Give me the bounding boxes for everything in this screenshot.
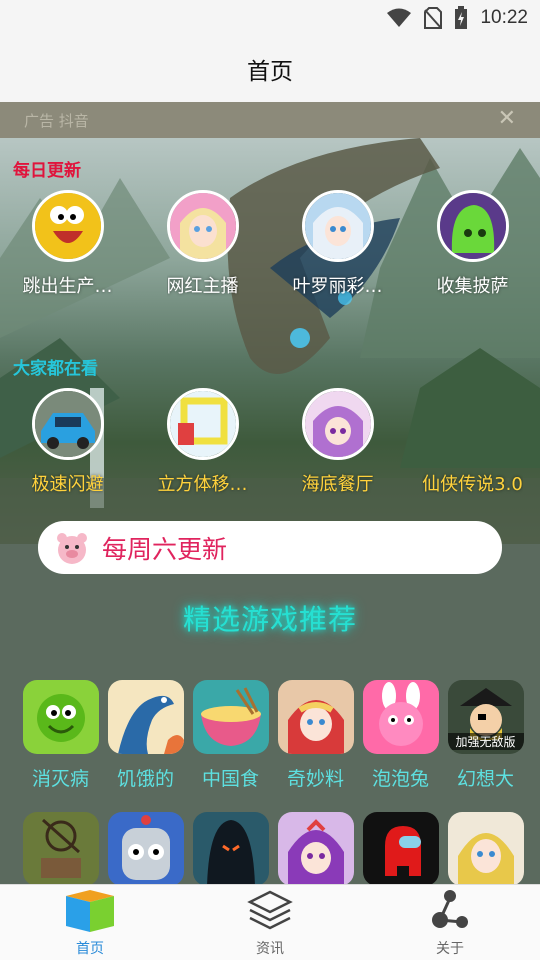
daily-games-row: 跳出生产… 网红主播 叶罗丽彩… 收集披萨 [0, 190, 540, 298]
clock: 10:22 [480, 7, 528, 28]
pirate-icon: 加强无敌版 [447, 680, 524, 754]
hooded-figure-icon [192, 812, 269, 886]
anime-girl-icon [166, 190, 239, 262]
battery-charging-icon [455, 6, 468, 29]
game-name: 叶罗丽彩… [292, 276, 383, 297]
popular-game-4[interactable]: 仙侠传说3.0 [405, 388, 540, 496]
popular-game-3[interactable]: 海底餐厅 [270, 388, 405, 496]
status-bar: 10:22 [0, 0, 540, 36]
daily-update-label: 每日更新 [13, 161, 81, 181]
featured-game[interactable] [443, 812, 528, 886]
badge: 加强无敌版 [447, 733, 524, 750]
game-name: 海底餐厅 [301, 474, 374, 495]
game-name: 泡泡兔 [371, 768, 429, 790]
witch-girl-icon [277, 812, 354, 886]
game-name: 极速闪避 [31, 474, 104, 495]
robot-icon [107, 812, 184, 886]
game-name: 饥饿的 [116, 768, 174, 790]
no-sim-icon [424, 7, 443, 29]
cube-icon [166, 388, 239, 460]
crossbow-icon [22, 812, 99, 886]
home-cube-icon [66, 889, 114, 932]
empty-thumbnail [437, 388, 509, 460]
featured-game[interactable]: 中国食 [188, 680, 273, 791]
featured-game[interactable] [188, 812, 273, 886]
game-name: 仙侠传说3.0 [422, 474, 523, 495]
featured-game[interactable] [358, 812, 443, 886]
featured-row-1: 消灭病 饥饿的 中国食 奇妙料 泡泡兔 加强无敌版 幻想大 [18, 680, 528, 791]
layers-icon [247, 890, 293, 929]
blonde-doll-icon [447, 812, 524, 886]
popular-games-row: 极速闪避 立方体移… 海底餐厅 仙侠传说3.0 [0, 388, 540, 496]
daily-game-1[interactable]: 跳出生产… [0, 190, 135, 298]
featured-game[interactable]: 饥饿的 [103, 680, 188, 791]
virus-icon [22, 680, 99, 754]
race-car-icon [31, 388, 104, 460]
popular-game-2[interactable]: 立方体移… [135, 388, 270, 496]
tab-label: 关于 [436, 940, 464, 957]
weekly-update-banner[interactable]: 每周六更新 [38, 521, 502, 574]
share-nodes-icon [432, 889, 468, 928]
app-bar: 首页 [0, 36, 540, 102]
game-name: 收集披萨 [436, 276, 509, 297]
game-name: 中国食 [201, 768, 259, 790]
featured-game[interactable] [103, 812, 188, 886]
featured-game[interactable] [273, 812, 358, 886]
ad-strip-text: 广告 抖音 [24, 111, 89, 130]
popular-label: 大家都在看 [13, 359, 98, 379]
popular-game-1[interactable]: 极速闪避 [0, 388, 135, 496]
cartoon-face-icon [31, 190, 104, 262]
featured-row-2 [18, 812, 528, 886]
wifi-icon [387, 8, 412, 27]
game-name: 网红主播 [166, 276, 239, 297]
red-crewmate-icon [362, 812, 439, 886]
page-title: 首页 [247, 59, 293, 85]
featured-game[interactable]: 泡泡兔 [358, 680, 443, 791]
weekly-update-text: 每周六更新 [102, 534, 228, 564]
game-name: 消灭病 [31, 768, 89, 790]
noodle-bowl-icon [192, 680, 269, 754]
featured-game[interactable]: 消灭病 [18, 680, 103, 791]
purple-hair-girl-icon [301, 388, 374, 460]
doll-icon [301, 190, 374, 262]
pink-rabbit-icon [362, 680, 439, 754]
featured-game[interactable]: 加强无敌版 幻想大 [443, 680, 528, 791]
tab-about[interactable]: 关于 [360, 885, 540, 960]
bottom-nav: 首页 资讯 关于 [0, 884, 540, 960]
game-name: 立方体移… [157, 474, 248, 495]
pig-icon [57, 532, 87, 564]
tab-label: 首页 [76, 940, 104, 957]
tab-label: 资讯 [256, 940, 284, 957]
daily-game-4[interactable]: 收集披萨 [405, 190, 540, 298]
daily-game-3[interactable]: 叶罗丽彩… [270, 190, 405, 298]
featured-game[interactable] [18, 812, 103, 886]
featured-game[interactable]: 奇妙料 [273, 680, 358, 791]
tab-news[interactable]: 资讯 [180, 885, 360, 960]
game-banner: 每日更新 跳出生产… 网红主播 叶罗丽彩… 收集披萨 大家都在看 极速闪避 立方… [0, 138, 540, 544]
snake-icon [107, 680, 184, 754]
green-blob-icon [436, 190, 509, 262]
game-name: 跳出生产… [22, 276, 113, 297]
game-name: 幻想大 [456, 768, 514, 790]
tab-home[interactable]: 首页 [0, 885, 180, 960]
ad-strip[interactable]: 广告 抖音 ✕ [0, 102, 540, 138]
featured-title: 精选游戏推荐 [182, 603, 357, 636]
chef-girl-icon [277, 680, 354, 754]
daily-game-2[interactable]: 网红主播 [135, 190, 270, 298]
game-name: 奇妙料 [286, 768, 344, 790]
close-icon[interactable]: ✕ [498, 106, 516, 131]
